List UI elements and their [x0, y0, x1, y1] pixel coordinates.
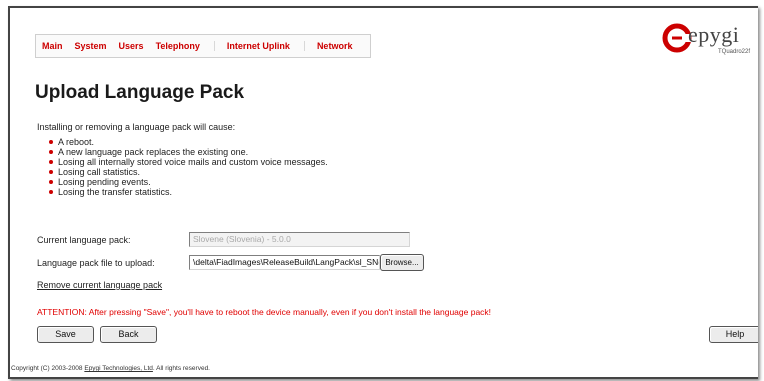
list-item: A new language pack replaces the existin…	[48, 147, 328, 157]
upload-file-label: Language pack file to upload:	[37, 258, 155, 268]
upload-file-input[interactable]: \delta\FiadImages\ReleaseBuild\LangPack\…	[189, 255, 380, 270]
browser-content-frame: Main System Users Telephony Internet Upl…	[8, 6, 758, 379]
list-item: Losing pending events.	[48, 177, 328, 187]
main-menu-bar: Main System Users Telephony Internet Upl…	[35, 34, 371, 58]
menu-main[interactable]: Main	[36, 41, 69, 51]
epygi-logo: epygi TQuadro22f	[662, 20, 758, 64]
consequences-list: A reboot. A new language pack replaces t…	[48, 137, 328, 197]
logo-wordmark: epygi	[688, 22, 740, 47]
menu-internet-uplink[interactable]: Internet Uplink	[215, 41, 305, 51]
copyright-footer: Copyright (C) 2003-2008 Epygi Technologi…	[11, 365, 210, 372]
menu-telephony[interactable]: Telephony	[150, 41, 215, 51]
list-item: Losing call statistics.	[48, 167, 328, 177]
help-button[interactable]: Help	[709, 326, 758, 343]
company-link[interactable]: Epygi Technologies, Ltd	[84, 365, 153, 372]
list-item: Losing all internally stored voice mails…	[48, 157, 328, 167]
current-language-label: Current language pack:	[37, 235, 131, 245]
page-title: Upload Language Pack	[35, 82, 245, 103]
list-item: A reboot.	[48, 137, 328, 147]
footer-prefix: Copyright (C) 2003-2008	[11, 365, 85, 372]
menu-network[interactable]: Network	[305, 41, 359, 51]
device-model-label: TQuadro22f	[718, 49, 751, 55]
save-button[interactable]: Save	[37, 326, 94, 343]
current-language-field: Slovene (Slovenia) - 5.0.0	[189, 232, 410, 247]
browse-button[interactable]: Browse...	[380, 254, 424, 271]
footer-suffix: . All rights reserved.	[152, 365, 210, 372]
remove-language-pack-link[interactable]: Remove current language pack	[37, 280, 162, 290]
menu-system[interactable]: System	[69, 41, 113, 51]
intro-text: Installing or removing a language pack w…	[37, 122, 236, 132]
back-button[interactable]: Back	[100, 326, 157, 343]
list-item: Losing the transfer statistics.	[48, 187, 328, 197]
attention-message: ATTENTION: After pressing "Save", you'll…	[37, 307, 492, 317]
menu-users[interactable]: Users	[113, 41, 150, 51]
